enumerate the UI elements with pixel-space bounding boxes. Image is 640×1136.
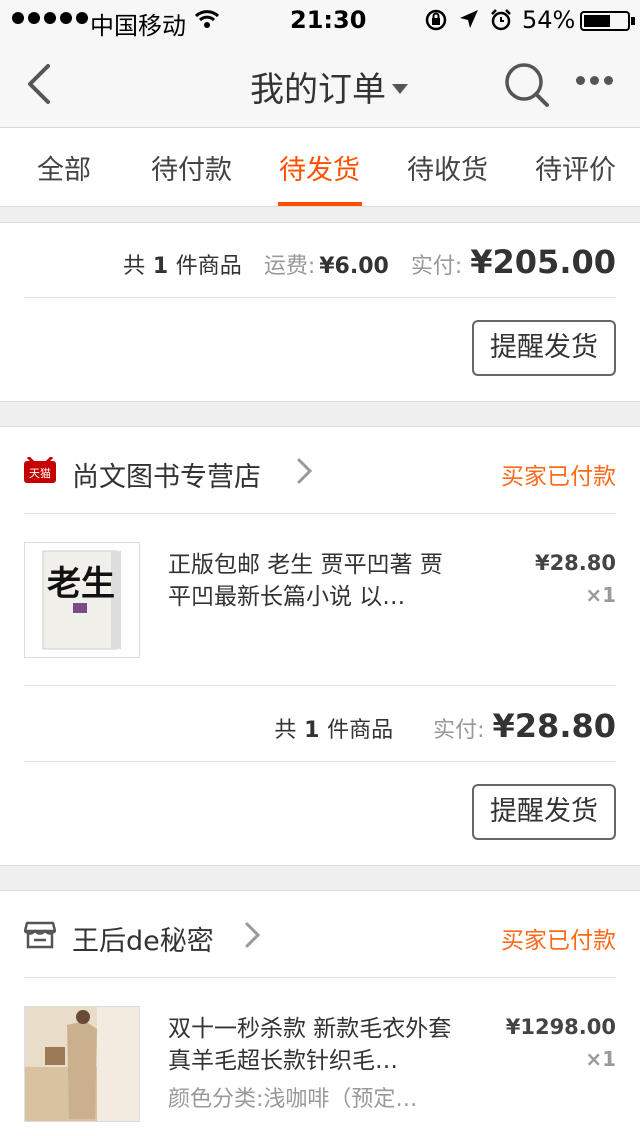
store-icon [24,921,56,949]
alarm-icon [491,9,511,31]
location-arrow-icon [460,10,478,28]
shipping-fee: ¥6.00 [319,254,389,279]
paid-total: ¥28.80 [492,707,616,745]
product-quantity: ×1 [585,1047,616,1071]
product-thumbnail[interactable]: 老生 [24,542,140,658]
tab-all[interactable]: 全部 [37,148,91,187]
product-thumbnail[interactable] [24,1006,140,1122]
product-name[interactable]: 双十一秒杀款 新款毛衣外套 真羊毛超长款针织毛… [168,1013,458,1077]
paid-total: ¥205.00 [470,243,616,281]
divider [24,513,616,514]
paid-label: 实付: [410,254,463,279]
divider [24,297,616,298]
status-bar: 中国移动 21:30 54% [0,0,640,40]
nav-bar: 我的订单 [0,40,640,128]
order-status-tabs: 全部 待付款 待发货 待收货 待评价 [0,128,640,207]
order-card: 王后de秘密 买家已付款 双十一秒杀款 新款毛衣外套 真羊毛超长款针织毛… 颜色… [0,890,640,1136]
svg-text:老生: 老生 [47,564,115,604]
shop-header[interactable]: 天猫 尚文图书专营店 买家已付款 [0,427,640,513]
order-summary: 共 1 件商品 实付: ¥28.80 [274,707,616,745]
battery-percent: 54% [522,6,576,34]
wifi-icon [194,10,220,28]
divider [24,761,616,762]
order-status: 买家已付款 [501,464,616,490]
book-cover-image: 老生 [25,543,139,657]
product-quantity: ×1 [585,583,616,607]
product-price: ¥28.80 [534,551,616,575]
signal-strength-icon [12,12,88,24]
chevron-right-icon [245,922,261,948]
back-chevron-icon[interactable] [22,62,62,106]
carrier-label: 中国移动 [90,12,186,40]
page-title-dropdown[interactable]: 我的订单 [250,62,408,111]
order-card: 天猫 尚文图书专营店 买家已付款 老生 正版包邮 老生 贾平凹著 贾平凹最新长篇… [0,426,640,866]
product-price: ¥1298.00 [505,1015,616,1039]
more-dots-icon[interactable] [576,76,613,85]
divider [24,685,616,686]
order-status: 买家已付款 [501,928,616,954]
shipping-label: 运费: [263,254,316,279]
clock-time: 21:30 [290,6,367,34]
sweater-photo [25,1007,139,1121]
product-name[interactable]: 正版包邮 老生 贾平凹著 贾平凹最新长篇小说 以… [168,549,458,613]
chevron-right-icon [297,458,313,484]
paid-label: 实付: [433,718,485,743]
battery-icon [580,11,635,31]
rotation-lock-icon [425,9,447,31]
divider [24,977,616,978]
order-card: 共 1 件商品 运费: ¥6.00 实付: ¥205.00 提醒发货 [0,222,640,402]
shop-header[interactable]: 王后de秘密 买家已付款 [0,891,640,977]
shop-name: 尚文图书专营店 [72,462,261,493]
svg-text:天猫: 天猫 [29,467,51,480]
order-summary: 共 1 件商品 运费: ¥6.00 实付: ¥205.00 [123,243,616,281]
tab-pending-review[interactable]: 待评价 [535,148,616,187]
tmall-icon: 天猫 [24,457,56,483]
shop-name: 王后de秘密 [72,926,214,957]
tab-pending-shipment[interactable]: 待发货 [279,148,360,187]
tab-pending-receipt[interactable]: 待收货 [407,148,488,187]
page-title: 我的订单 [250,70,386,110]
remind-shipment-button[interactable]: 提醒发货 [472,320,616,376]
dropdown-caret-icon [392,83,408,94]
tab-pending-payment[interactable]: 待付款 [151,148,232,187]
remind-shipment-button[interactable]: 提醒发货 [472,784,616,840]
search-icon[interactable] [504,62,550,108]
product-variant: 颜色分类:浅咖啡（预定… [168,1087,418,1112]
active-tab-indicator [278,202,362,206]
